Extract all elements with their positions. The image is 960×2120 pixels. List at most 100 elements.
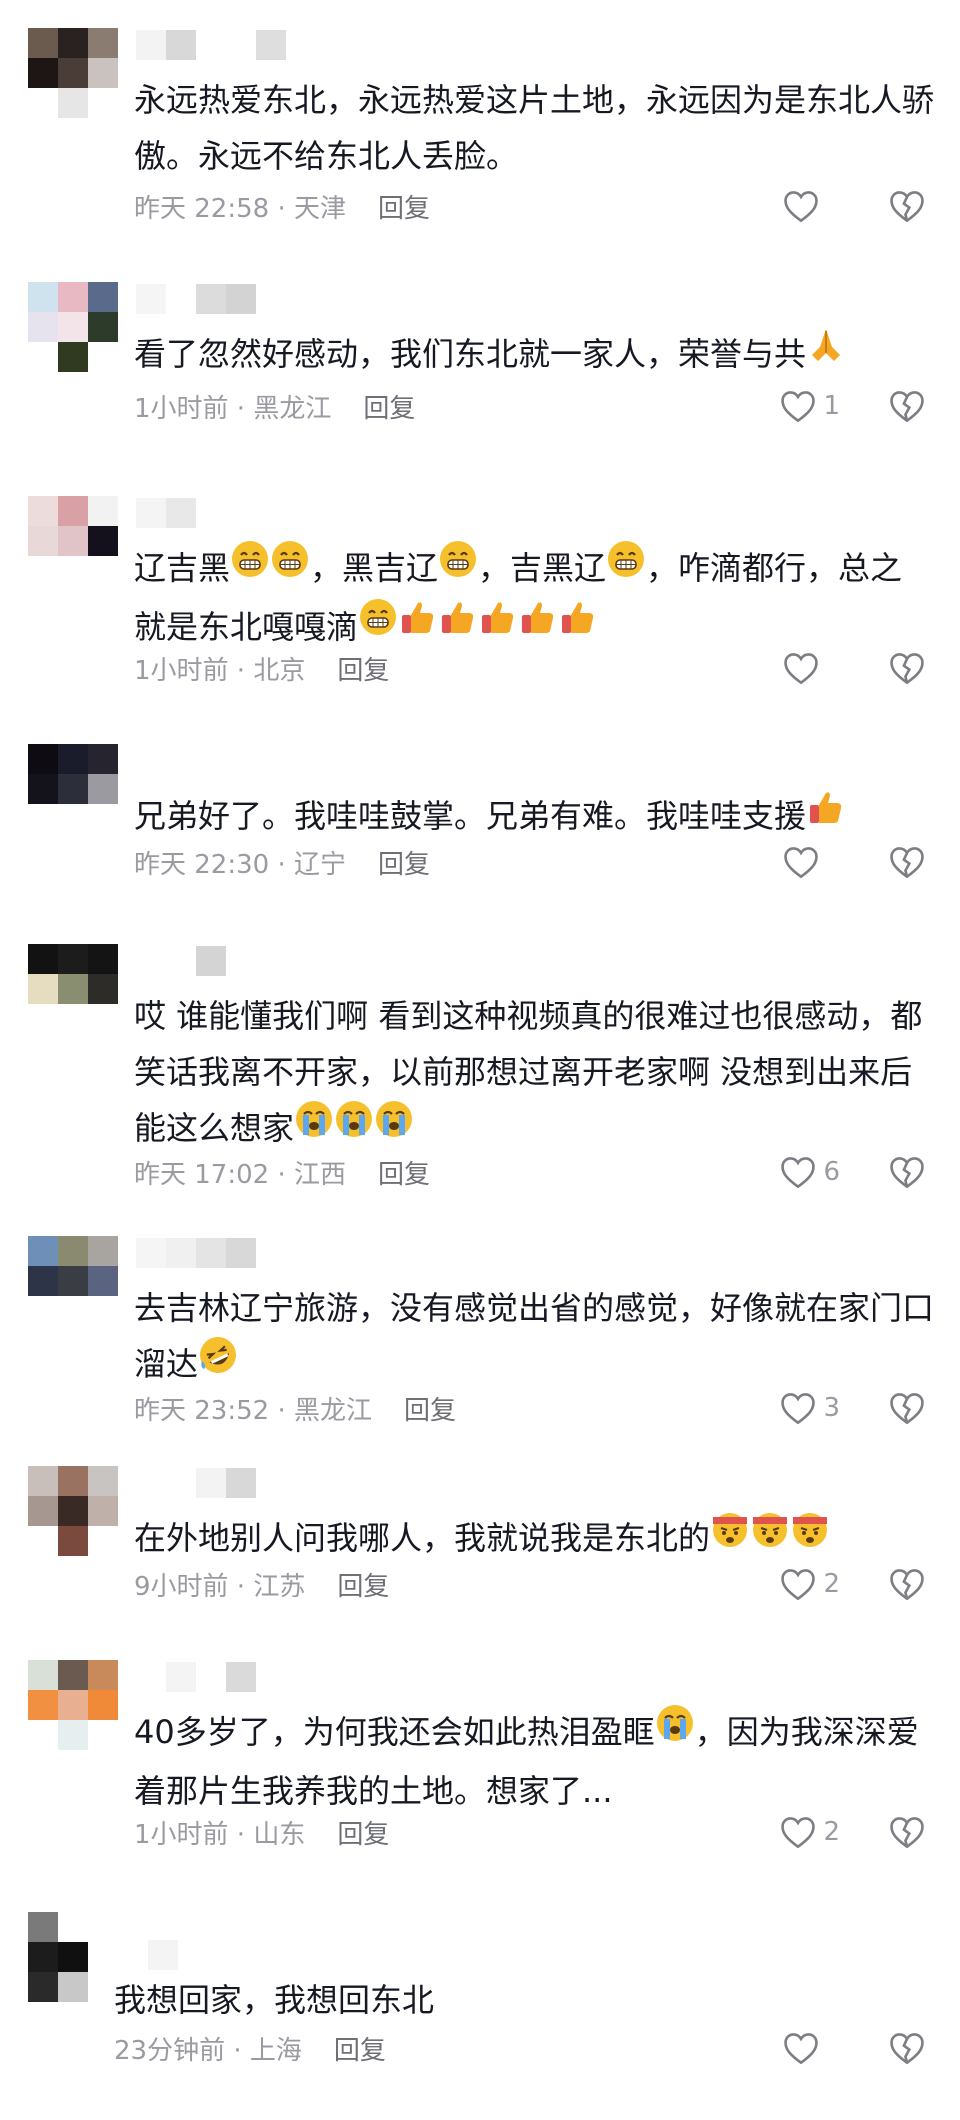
dislike-button[interactable] [888,842,926,882]
broken-heart-icon [890,2033,924,2065]
grinning-face-emoji-icon [606,539,646,596]
dislike-button[interactable] [888,648,926,688]
like-button[interactable]: 3 [779,1388,840,1428]
broken-heart-icon [890,1393,924,1425]
comment-meta: 昨天 22:58 · 天津 回复 [134,186,430,226]
broken-heart-icon [890,653,924,685]
heart-outline-icon [784,653,818,685]
reply-button[interactable]: 回复 [334,2030,386,2067]
comment-time-location: 23分钟前 · 上海 [114,2035,302,2066]
like-button[interactable] [782,186,840,226]
like-count: 2 [823,1569,840,1599]
avatar[interactable] [28,1660,118,1750]
broken-heart-icon [890,1569,924,1601]
avatar[interactable] [28,744,118,834]
comment-meta: 1小时前 · 北京 回复 [134,648,389,688]
username[interactable] [136,498,226,528]
like-count: 6 [823,1157,840,1187]
comment-time-location: 1小时前 · 北京 [134,655,306,686]
dislike-button[interactable] [888,2028,926,2068]
heart-outline-icon [781,1817,816,1849]
username[interactable] [118,1940,208,1970]
heart-outline-icon [784,191,818,223]
comment-meta: 1小时前 · 黑龙江 回复 [134,386,415,426]
username[interactable] [136,746,226,776]
broken-heart-icon [890,1157,924,1189]
grinning-face-emoji-icon [230,539,270,596]
avatar[interactable] [28,282,118,372]
comment-meta: 昨天 23:52 · 黑龙江 回复 [134,1388,456,1428]
reply-button[interactable]: 回复 [337,650,389,687]
comment-meta: 1小时前 · 山东 回复 [134,1812,389,1852]
comment-time-location: 9小时前 · 江苏 [134,1571,306,1602]
crying-face-emoji-icon [294,1099,334,1156]
like-button[interactable]: 2 [779,1812,840,1852]
thumbs-up-emoji-icon [438,597,478,654]
reply-button[interactable]: 回复 [404,1390,456,1427]
comment-time-location: 昨天 23:52 · 黑龙江 [134,1395,372,1426]
heart-outline-icon [781,1393,816,1425]
like-count: 2 [823,1817,840,1847]
like-button[interactable] [782,2028,840,2068]
dislike-button[interactable] [888,1152,926,1192]
reply-button[interactable]: 回复 [363,388,415,425]
comment-text: 哎 谁能懂我们啊 看到这种视频真的很难过也很感动，都笑话我离不开家，以前那想过离… [134,988,934,1159]
username[interactable] [136,1468,256,1498]
crying-face-emoji-icon [374,1099,414,1156]
determined-face-headband-emoji-icon [790,1509,830,1566]
like-button[interactable]: 1 [779,386,840,426]
comment-time-location: 昨天 22:58 · 天津 [134,193,346,224]
grinning-face-emoji-icon [270,539,310,596]
broken-heart-icon [890,391,924,423]
thumbs-up-emoji-icon [478,597,518,654]
rolling-laughing-emoji-icon [198,1335,238,1392]
reply-button[interactable]: 回复 [378,188,430,225]
thumbs-up-emoji-icon [398,597,438,654]
thumbs-up-emoji-icon [558,597,598,654]
comment-text: 永远热爱东北，永远热爱这片土地，永远因为是东北人骄傲。永远不给东北人丢脸。 [134,81,935,175]
avatar[interactable] [28,1236,118,1326]
dislike-button[interactable] [888,186,926,226]
comment-text: 兄弟好了。我哇哇鼓掌。兄弟有难。我哇哇支援 [134,788,934,847]
reply-button[interactable]: 回复 [378,1154,430,1191]
broken-heart-icon [890,191,924,223]
comment-time-location: 昨天 17:02 · 江西 [134,1159,346,1190]
grinning-face-emoji-icon [358,597,398,654]
determined-face-headband-emoji-icon [750,1509,790,1566]
heart-outline-icon [781,1569,816,1601]
avatar[interactable] [28,496,118,586]
like-button[interactable]: 2 [779,1564,840,1604]
like-button[interactable] [782,648,840,688]
comment-text: 去吉林辽宁旅游，没有感觉出省的感觉，好像就在家门口溜达 [134,1280,934,1395]
thumbs-up-emoji-icon [518,597,558,654]
reply-button[interactable]: 回复 [337,1566,389,1603]
username[interactable] [136,1662,256,1692]
username[interactable] [136,284,256,314]
avatar[interactable] [28,1466,118,1556]
comment-meta: 23分钟前 · 上海 回复 [114,2028,386,2068]
comment-feed: 永远热爱东北，永远热爱这片土地，永远因为是东北人骄傲。永远不给东北人丢脸。 昨天… [0,0,960,2120]
avatar[interactable] [28,28,118,118]
comment-time-location: 昨天 22:30 · 辽宁 [134,849,346,880]
username[interactable] [136,946,226,976]
avatar[interactable] [28,1912,118,2002]
crying-face-emoji-icon [334,1099,374,1156]
comment-time-location: 1小时前 · 黑龙江 [134,393,332,424]
dislike-button[interactable] [888,1388,926,1428]
like-button[interactable]: 6 [779,1152,840,1192]
comment-meta: 昨天 22:30 · 辽宁 回复 [134,842,430,882]
comment-time-location: 1小时前 · 山东 [134,1819,306,1850]
comment-text: 在外地别人问我哪人，我就说我是东北的 [134,1510,934,1569]
dislike-button[interactable] [888,386,926,426]
comment-text: 看了忽然好感动，我们东北就一家人，荣誉与共 [134,326,934,385]
avatar[interactable] [28,944,118,1034]
reply-button[interactable]: 回复 [337,1814,389,1851]
username[interactable] [136,1238,256,1268]
crying-face-emoji-icon [655,1703,695,1760]
username[interactable] [136,30,286,60]
like-button[interactable] [782,842,840,882]
reply-button[interactable]: 回复 [378,844,430,881]
dislike-button[interactable] [888,1564,926,1604]
comment-text: 我想回家，我想回东北 [114,1981,435,2019]
dislike-button[interactable] [888,1812,926,1852]
